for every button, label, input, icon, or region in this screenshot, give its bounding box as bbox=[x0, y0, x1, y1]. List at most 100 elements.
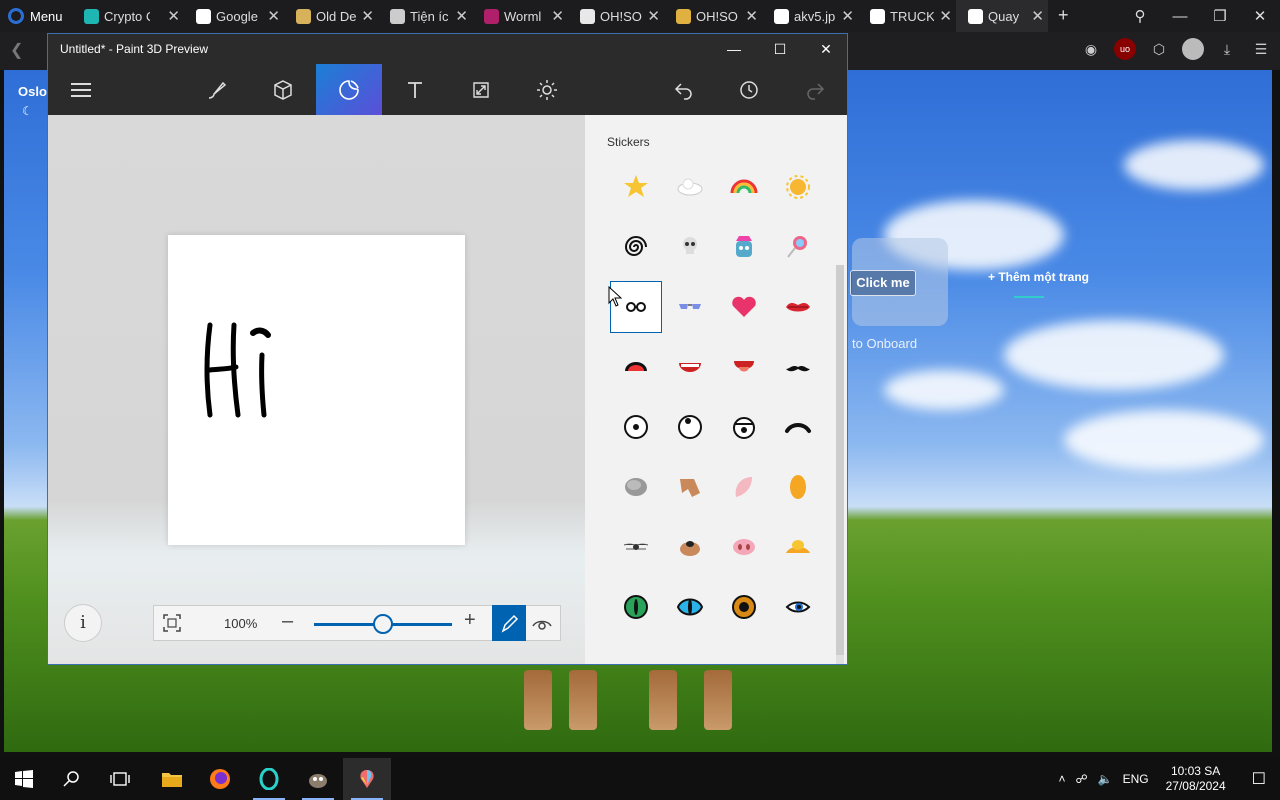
new-tab-button[interactable]: + bbox=[1058, 5, 1069, 26]
scrollbar-thumb[interactable] bbox=[836, 265, 844, 655]
firefox-button[interactable] bbox=[196, 758, 244, 800]
paint3d-taskbar-button[interactable] bbox=[343, 758, 391, 800]
back-arrow-icon[interactable]: ❮ bbox=[10, 40, 23, 60]
canvas-tool[interactable] bbox=[448, 64, 514, 115]
sticker-nose-gray[interactable] bbox=[610, 461, 662, 513]
clock[interactable]: 10:03 SA 27/08/2024 bbox=[1154, 764, 1238, 794]
tab-close-icon[interactable]: ✕ bbox=[841, 7, 858, 25]
sticker-mustache[interactable] bbox=[772, 341, 824, 393]
browser-tab[interactable]: akv5.jp ✕ bbox=[762, 0, 858, 32]
drawing-canvas[interactable]: Hi bbox=[68, 134, 465, 545]
gimp-button[interactable] bbox=[294, 758, 342, 800]
opera-taskbar-button[interactable] bbox=[245, 758, 293, 800]
sticker-nose-duck[interactable] bbox=[772, 521, 824, 573]
tab-close-icon[interactable]: ✕ bbox=[647, 7, 664, 25]
sticker-eye-round[interactable] bbox=[610, 401, 662, 453]
click-me-button[interactable]: Click me bbox=[850, 270, 916, 296]
browser-tab[interactable]: Worml ✕ bbox=[472, 0, 568, 32]
cube-icon[interactable]: ⬡ bbox=[1148, 38, 1170, 60]
tab-close-icon[interactable]: ✕ bbox=[745, 7, 762, 25]
tab-close-icon[interactable]: ✕ bbox=[267, 7, 284, 25]
browser-tab[interactable]: Old De ✕ bbox=[284, 0, 378, 32]
browser-tab[interactable]: OH!SO ✕ bbox=[568, 0, 664, 32]
browser-tab[interactable]: Tiện íc ✕ bbox=[378, 0, 472, 32]
sticker-ear-orange[interactable] bbox=[772, 461, 824, 513]
add-page-link[interactable]: + Thêm một trang bbox=[988, 270, 1089, 284]
tab-close-icon[interactable]: ✕ bbox=[167, 7, 184, 25]
download-icon[interactable]: ⤓ bbox=[1216, 38, 1238, 60]
pen-mode-button[interactable] bbox=[492, 605, 526, 641]
close-button[interactable]: ✕ bbox=[803, 34, 847, 64]
sticker-spiral[interactable] bbox=[610, 221, 662, 273]
sticker-eye-lash[interactable] bbox=[772, 581, 824, 633]
effects-tool[interactable] bbox=[514, 64, 580, 115]
start-button[interactable] bbox=[0, 758, 48, 800]
sticker-star[interactable] bbox=[610, 161, 662, 213]
tab-close-icon[interactable]: ✕ bbox=[1031, 7, 1048, 25]
sticker-lips[interactable] bbox=[772, 281, 824, 333]
search-icon[interactable]: ⚲ bbox=[1120, 7, 1160, 25]
sticker-ear-dog[interactable] bbox=[664, 461, 716, 513]
minimize-button[interactable]: — bbox=[711, 34, 757, 64]
zoom-in-button[interactable]: + bbox=[464, 609, 476, 632]
info-button[interactable]: i bbox=[64, 604, 102, 642]
view-3d-button[interactable] bbox=[528, 612, 556, 636]
show-hidden-icons-icon[interactable]: ˄ bbox=[1053, 772, 1070, 786]
language-indicator[interactable]: ENG bbox=[1118, 772, 1154, 786]
sticker-unicorn[interactable] bbox=[718, 221, 770, 273]
3d-shapes-tool[interactable] bbox=[250, 64, 316, 115]
volume-icon[interactable]: 🔈 bbox=[1093, 772, 1118, 786]
canvas-area[interactable]: Hi i 100% – + bbox=[48, 115, 585, 664]
menu-button[interactable] bbox=[48, 64, 114, 115]
weather-city[interactable]: Oslo bbox=[18, 84, 47, 99]
zoom-out-button[interactable]: – bbox=[282, 610, 293, 633]
sticker-sun[interactable] bbox=[772, 161, 824, 213]
sticker-eye-orange[interactable] bbox=[718, 581, 770, 633]
text-tool[interactable] bbox=[382, 64, 448, 115]
sticker-heart[interactable] bbox=[718, 281, 770, 333]
close-icon[interactable]: ✕ bbox=[1240, 7, 1280, 25]
sticker-mouth-smile[interactable] bbox=[664, 341, 716, 393]
profile-avatar[interactable] bbox=[1182, 38, 1204, 60]
tab-close-icon[interactable]: ✕ bbox=[455, 7, 472, 25]
sticker-skull[interactable] bbox=[664, 221, 716, 273]
stickers-tool[interactable] bbox=[316, 64, 382, 115]
restore-icon[interactable]: ❐ bbox=[1200, 7, 1240, 25]
ublock-icon[interactable]: uo bbox=[1114, 38, 1136, 60]
minimize-icon[interactable]: — bbox=[1160, 8, 1200, 25]
tab-close-icon[interactable]: ✕ bbox=[361, 7, 378, 25]
sticker-eye-cat-green[interactable] bbox=[610, 581, 662, 633]
sticker-nose-dog[interactable] bbox=[664, 521, 716, 573]
sticker-rainbow[interactable] bbox=[718, 161, 770, 213]
sticker-mouth-open[interactable] bbox=[610, 341, 662, 393]
sticker-lollipop[interactable] bbox=[772, 221, 824, 273]
sticker-eye-big[interactable] bbox=[664, 401, 716, 453]
sticker-cloud[interactable] bbox=[664, 161, 716, 213]
zoom-slider-thumb[interactable] bbox=[373, 614, 393, 634]
history-button[interactable] bbox=[716, 64, 782, 115]
file-explorer-button[interactable] bbox=[148, 758, 196, 800]
sticker-eyebrow[interactable] bbox=[772, 401, 824, 453]
task-view-button[interactable] bbox=[96, 758, 144, 800]
brushes-tool[interactable] bbox=[184, 64, 250, 115]
notifications-icon[interactable]: ☐ bbox=[1238, 769, 1280, 789]
browser-tab[interactable]: Quay ✕ bbox=[956, 0, 1048, 32]
tab-close-icon[interactable]: ✕ bbox=[939, 7, 956, 25]
browser-tab[interactable]: Crypto Com ✕ bbox=[72, 0, 184, 32]
sticker-tongue[interactable] bbox=[718, 341, 770, 393]
easy-setup-icon[interactable]: ☰ bbox=[1250, 38, 1272, 60]
network-icon[interactable]: ☍ bbox=[1070, 772, 1092, 786]
browser-tab[interactable]: TRUCK ✕ bbox=[858, 0, 956, 32]
maximize-button[interactable]: ☐ bbox=[757, 34, 803, 64]
sticker-nose-pig[interactable] bbox=[718, 521, 770, 573]
camera-icon[interactable]: ◉ bbox=[1080, 38, 1102, 60]
redo-button[interactable] bbox=[782, 64, 847, 115]
fit-to-screen-icon[interactable] bbox=[162, 613, 182, 633]
sticker-nose-mouse[interactable] bbox=[610, 521, 662, 573]
sticker-sunglasses[interactable] bbox=[664, 281, 716, 333]
opera-menu-button[interactable]: Menu bbox=[8, 0, 63, 32]
undo-button[interactable] bbox=[651, 64, 717, 115]
sticker-eye-worried[interactable] bbox=[718, 401, 770, 453]
tab-close-icon[interactable]: ✕ bbox=[551, 7, 568, 25]
sticker-eye-cat-blue[interactable] bbox=[664, 581, 716, 633]
